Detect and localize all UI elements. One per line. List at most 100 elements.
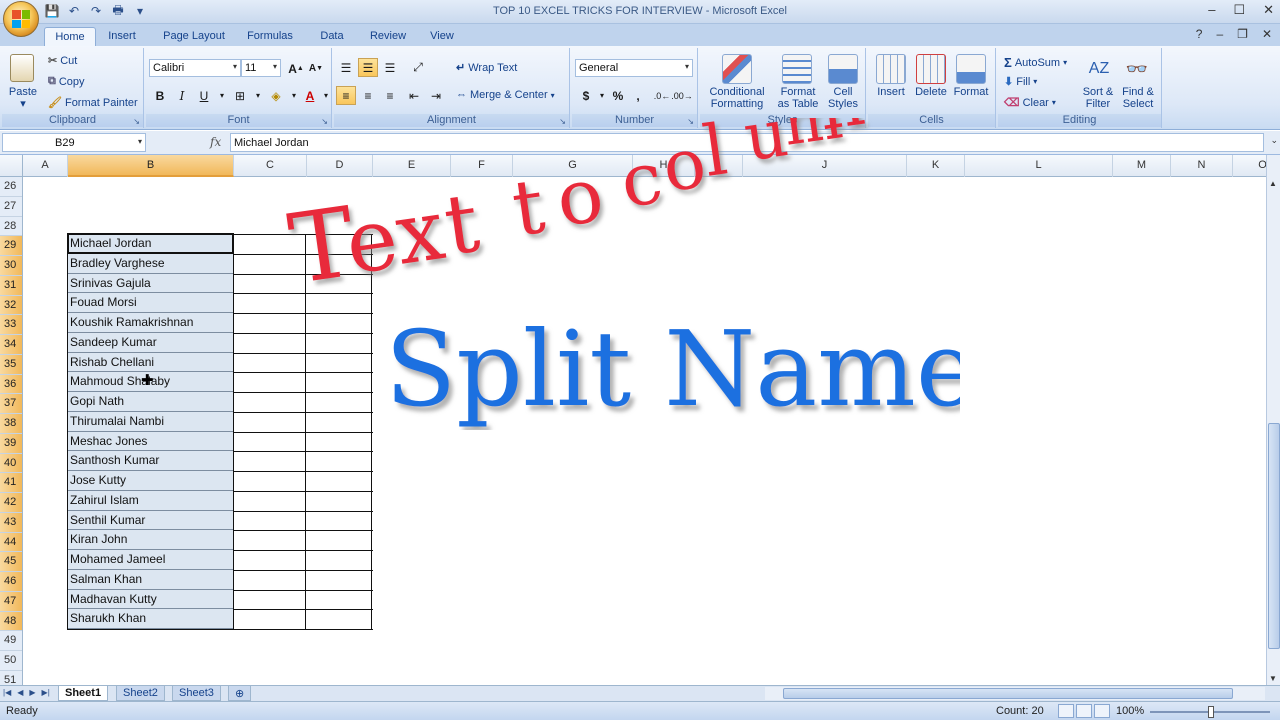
office-button[interactable] — [3, 1, 39, 37]
column-header-b[interactable]: B — [68, 155, 234, 177]
zoom-slider-thumb[interactable] — [1208, 706, 1214, 718]
close-button[interactable]: ✕ — [1263, 2, 1274, 18]
ribbon-close-icon[interactable]: ✕ — [1262, 27, 1272, 41]
column-header-a[interactable]: A — [23, 155, 68, 177]
decrease-decimal-icon[interactable]: .00→ — [671, 86, 693, 105]
row-header-42[interactable]: 42 — [0, 493, 22, 513]
increase-indent-icon[interactable]: ⇥ — [426, 86, 446, 105]
first-sheet-icon[interactable]: |◀ — [3, 688, 11, 697]
insert-cells-button[interactable]: Insert — [870, 86, 912, 98]
fill-color-icon[interactable]: ◈ — [266, 86, 286, 105]
increase-decimal-icon[interactable]: .0← — [652, 86, 672, 105]
column-header-c[interactable]: C — [234, 155, 307, 177]
row-header-35[interactable]: 35 — [0, 354, 22, 375]
column-header-d[interactable]: D — [307, 155, 373, 177]
comma-button[interactable]: , — [628, 86, 648, 105]
horizontal-scroll-thumb[interactable] — [783, 688, 1233, 699]
dialog-launcher-icon[interactable]: ↘ — [321, 117, 328, 126]
column-header-l[interactable]: L — [965, 155, 1113, 177]
name-cell[interactable]: Jose Kutty — [68, 471, 233, 491]
underline-icon[interactable]: U — [194, 86, 214, 105]
underline-dropdown-icon[interactable]: ▾ — [212, 86, 232, 105]
row-header-44[interactable]: 44 — [0, 532, 22, 553]
expand-formula-bar-icon[interactable]: ⌄ — [1270, 135, 1278, 146]
row-header-47[interactable]: 47 — [0, 591, 22, 612]
number-format-combo[interactable]: General ▾ — [575, 59, 693, 77]
name-cell[interactable]: Senthil Kumar — [68, 510, 233, 531]
sheet-tab-3[interactable]: Sheet3 — [172, 686, 221, 701]
select-all-corner[interactable] — [0, 155, 23, 177]
grow-font-icon[interactable]: A ▲ — [286, 59, 306, 78]
dialog-launcher-icon[interactable]: ↘ — [687, 117, 694, 126]
name-cell[interactable]: Thirumalai Nambi — [68, 411, 233, 432]
align-bottom-icon[interactable]: ☰ — [380, 58, 400, 77]
row-header-36[interactable]: 36 — [0, 374, 22, 395]
name-cell[interactable]: Kiran John — [68, 530, 233, 550]
column-header-e[interactable]: E — [373, 155, 451, 177]
row-header-41[interactable]: 41 — [0, 473, 22, 493]
conditional-formatting-button[interactable]: Conditional Formatting — [704, 86, 770, 110]
sort-filter-button[interactable]: Sort & Filter — [1076, 86, 1120, 110]
font-size-combo[interactable]: 11 ▾ — [241, 59, 281, 77]
borders-dropdown-icon[interactable]: ▾ — [248, 86, 268, 105]
dialog-launcher-icon[interactable]: ↘ — [133, 117, 140, 126]
tab-home[interactable]: Home — [44, 27, 96, 46]
row-header-32[interactable]: 32 — [0, 295, 22, 316]
column-header-i[interactable]: I — [695, 155, 743, 177]
orientation-icon[interactable]: ⤢ — [408, 58, 428, 77]
italic-icon[interactable]: I — [172, 86, 192, 105]
row-header-31[interactable]: 31 — [0, 275, 22, 296]
vertical-scroll-thumb[interactable] — [1268, 423, 1280, 649]
name-cell[interactable]: Michael Jordan — [68, 234, 233, 254]
bold-icon[interactable]: B — [150, 86, 170, 105]
column-header-k[interactable]: K — [907, 155, 965, 177]
name-cell[interactable]: Salman Khan — [68, 569, 233, 590]
borders-icon[interactable]: ⊞ — [230, 86, 250, 105]
cut-button[interactable]: ✂ Cut — [48, 54, 77, 68]
ribbon-minimize-icon[interactable]: – — [1216, 27, 1223, 41]
format-painter-button[interactable]: 🖌 Format Painter — [48, 96, 138, 110]
tab-page-layout[interactable]: Page Layout — [155, 27, 233, 46]
name-cell[interactable]: Fouad Morsi — [68, 293, 233, 313]
ribbon-restore-icon[interactable]: ❐ — [1237, 27, 1248, 41]
name-cell[interactable]: Santhosh Kumar — [68, 451, 233, 471]
insert-sheet-icon[interactable]: ⊕ — [228, 686, 252, 701]
align-middle-icon[interactable]: ☰ — [358, 58, 378, 77]
name-cell[interactable]: Srinivas Gajula — [68, 273, 233, 294]
wrap-text-button[interactable]: ↵ Wrap Text — [456, 61, 517, 75]
align-center-icon[interactable]: ≡ — [358, 86, 378, 105]
cell-styles-button[interactable]: Cell Styles — [822, 86, 864, 110]
autosum-button[interactable]: Σ AutoSum ▾ — [1004, 55, 1067, 70]
tab-review[interactable]: Review — [362, 27, 414, 46]
font-color-dropdown-icon[interactable]: ▾ — [316, 86, 336, 105]
column-header-g[interactable]: G — [513, 155, 633, 177]
column-header-j[interactable]: J — [743, 155, 907, 177]
scroll-down-icon[interactable]: ▼ — [1269, 674, 1277, 683]
row-header-30[interactable]: 30 — [0, 256, 22, 276]
page-break-view-icon[interactable] — [1094, 704, 1110, 718]
copy-button[interactable]: ⧉ Copy — [48, 75, 85, 88]
merge-center-button[interactable]: ⇔ Merge & Center ▾ — [456, 89, 555, 101]
row-header-39[interactable]: 39 — [0, 433, 22, 454]
last-sheet-icon[interactable]: ▶| — [42, 688, 50, 697]
minimize-button[interactable]: – — [1208, 2, 1215, 18]
page-layout-view-icon[interactable] — [1076, 704, 1092, 718]
name-box[interactable]: B29 ▾ — [2, 133, 146, 152]
row-header-40[interactable]: 40 — [0, 453, 22, 474]
name-cell[interactable]: Meshac Jones — [68, 431, 233, 452]
name-cell[interactable]: Mohamed Jameel — [68, 550, 233, 570]
help-icon[interactable]: ? — [1196, 27, 1203, 41]
format-as-table-button[interactable]: Format as Table — [770, 86, 826, 110]
row-header-45[interactable]: 45 — [0, 552, 22, 572]
tab-view[interactable]: View — [420, 27, 464, 46]
name-cell[interactable]: Koushik Ramakrishnan — [68, 313, 233, 333]
align-right-icon[interactable]: ≡ — [380, 86, 400, 105]
column-header-m[interactable]: M — [1113, 155, 1171, 177]
name-cell[interactable]: Sharukh Khan — [68, 609, 233, 629]
name-cell[interactable]: Madhavan Kutty — [68, 589, 233, 610]
horizontal-scrollbar[interactable] — [765, 687, 1265, 700]
clear-button[interactable]: ⌫ Clear ▾ — [1004, 96, 1056, 110]
row-header-43[interactable]: 43 — [0, 512, 22, 533]
maximize-button[interactable]: ☐ — [1233, 2, 1245, 18]
normal-view-icon[interactable] — [1058, 704, 1074, 718]
